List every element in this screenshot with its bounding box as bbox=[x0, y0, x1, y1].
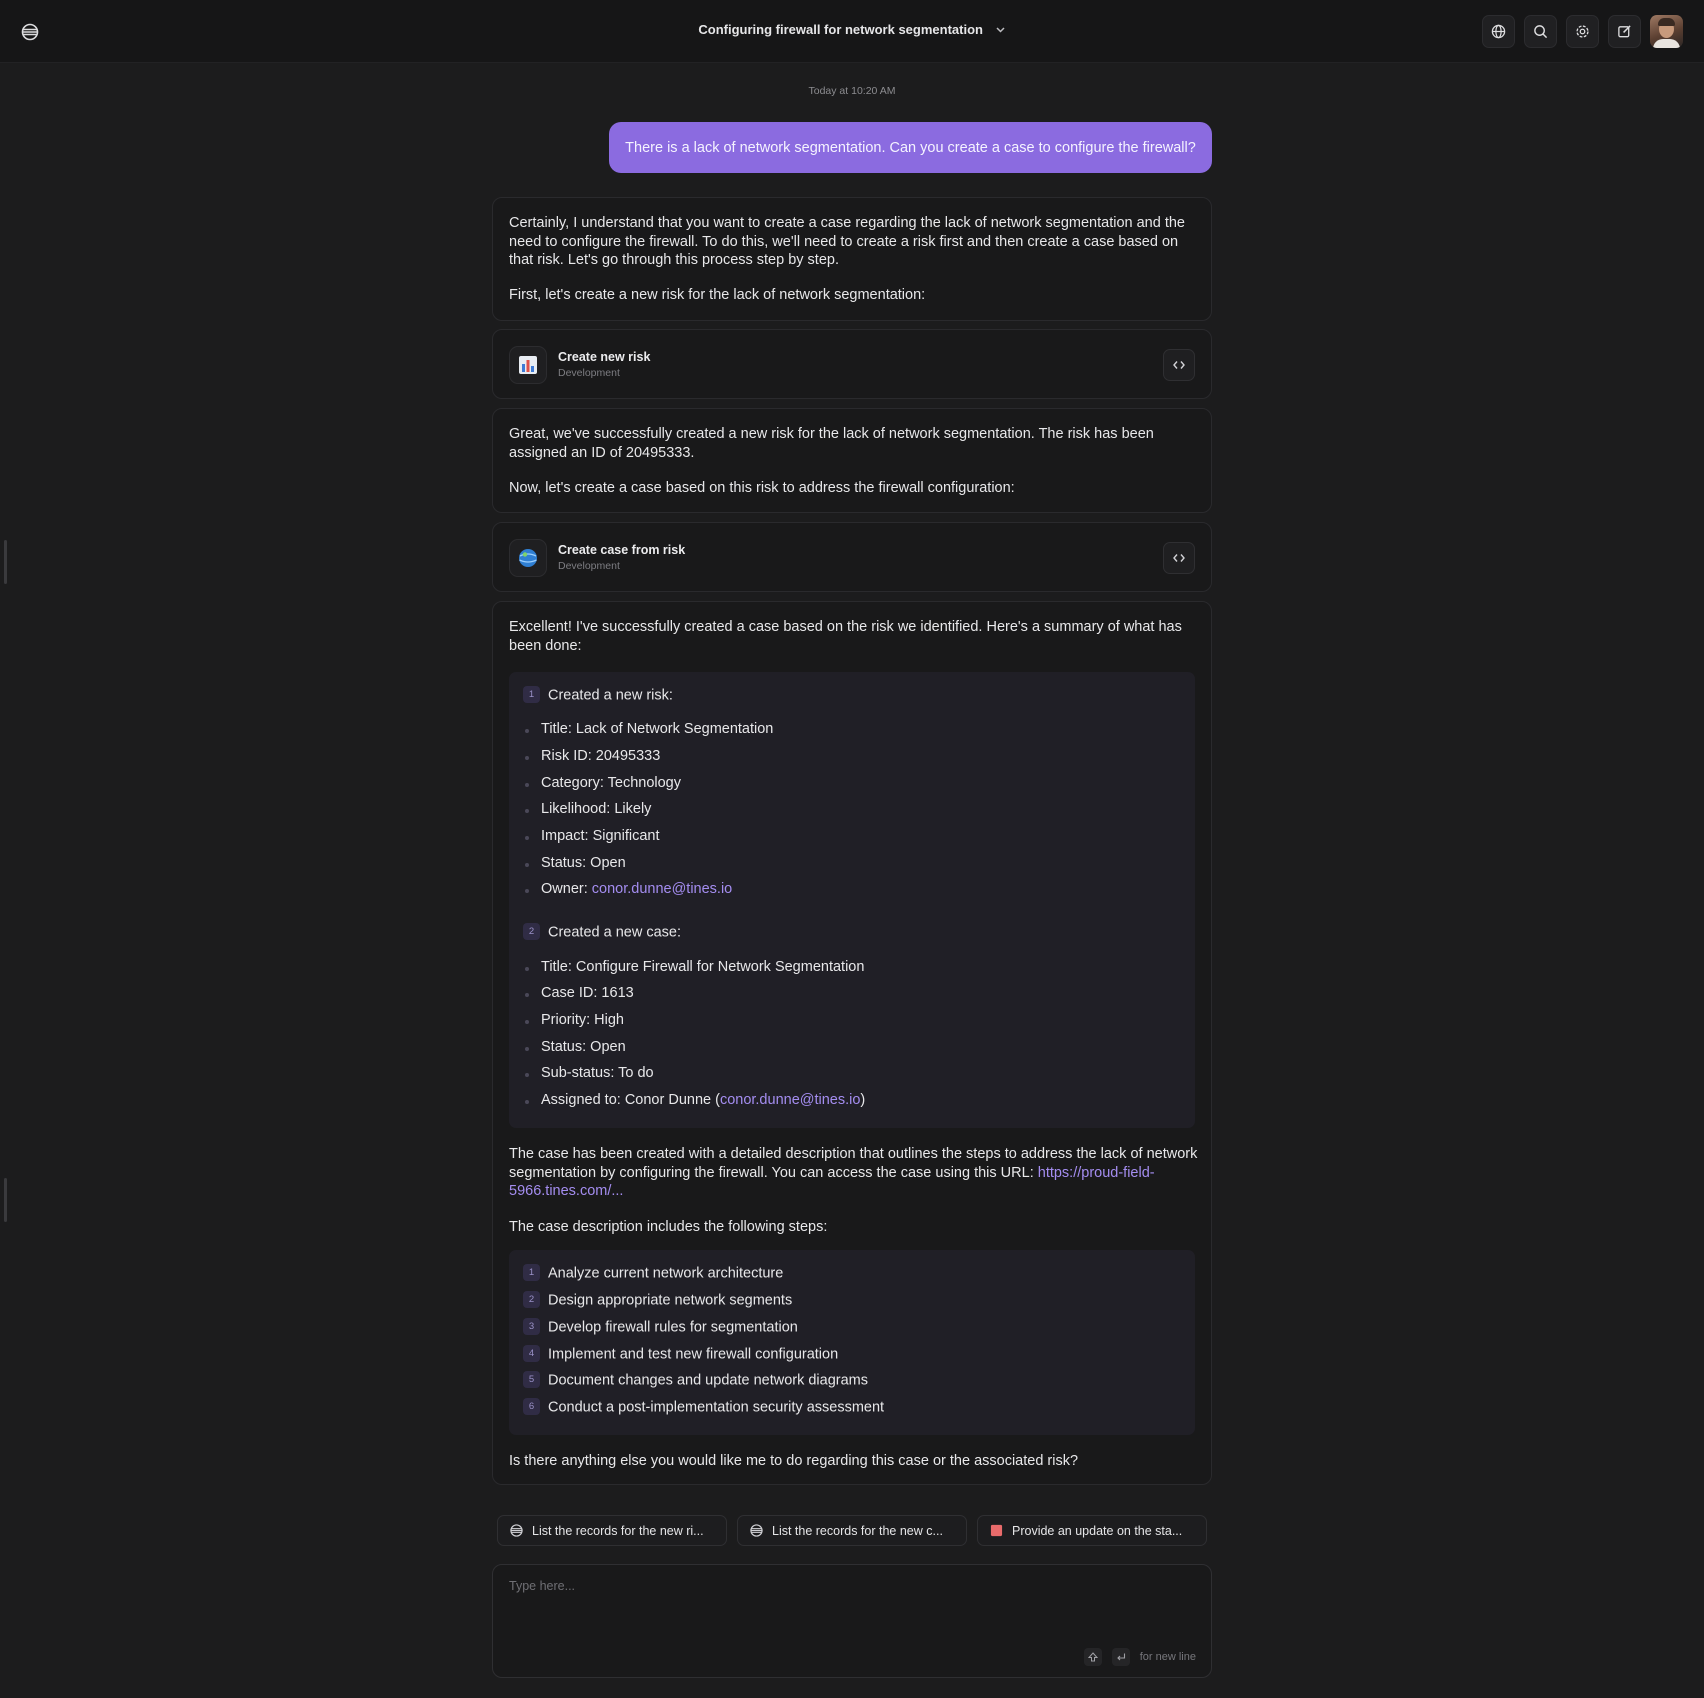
suggestion-chip[interactable]: List the records for the new ri... bbox=[497, 1515, 727, 1546]
step-item: 4 Implement and test new firewall configu… bbox=[523, 1345, 839, 1363]
list-item: Title: Configure Firewall for Network Se… bbox=[524, 959, 865, 975]
assigned-label: Assigned to: Conor Dunne ( bbox=[541, 1092, 720, 1108]
search-icon[interactable] bbox=[1524, 15, 1557, 48]
list-item: Risk ID: 20495333 bbox=[524, 748, 661, 764]
enter-key-icon bbox=[1111, 1648, 1130, 1666]
bar-chart-icon bbox=[509, 346, 547, 384]
assigned-email-link[interactable]: conor.dunne@tines.io bbox=[720, 1092, 860, 1108]
tool-name: Create case from risk bbox=[558, 543, 686, 557]
assistant-text: Now, let's create a case based on this r… bbox=[509, 480, 1015, 496]
step-item: 3 Develop firewall rules for segmentation bbox=[523, 1318, 798, 1336]
list-number: 1 bbox=[523, 686, 540, 703]
code-toggle-button[interactable] bbox=[1163, 542, 1195, 574]
step-text: Document changes and update network diag… bbox=[548, 1372, 868, 1389]
message-input[interactable] bbox=[509, 1579, 1189, 1639]
assigned-close: ) bbox=[860, 1092, 866, 1108]
list-item: 2 Created a new case: bbox=[523, 923, 681, 941]
list-number: 5 bbox=[523, 1371, 540, 1388]
owner-email-link[interactable]: conor.dunne@tines.io bbox=[592, 881, 732, 897]
assistant-text: First, let's create a new risk for the l… bbox=[509, 287, 926, 303]
list-item: Case ID: 1613 bbox=[525, 985, 634, 1001]
conversation-title-text[interactable]: Configuring firewall for network segment… bbox=[698, 22, 983, 37]
step-text: Implement and test new firewall configur… bbox=[548, 1346, 839, 1363]
database-icon bbox=[510, 1524, 523, 1537]
edit-icon[interactable] bbox=[1608, 15, 1641, 48]
list-item: Status: Open bbox=[525, 1039, 626, 1055]
assistant-text: Is there anything else you would like me… bbox=[509, 1453, 1079, 1469]
avatar[interactable] bbox=[1650, 15, 1683, 48]
step-item: 5 Document changes and update network dia… bbox=[523, 1371, 868, 1389]
globe-icon[interactable] bbox=[1482, 15, 1515, 48]
assistant-text: Great, we've successfully created a new … bbox=[509, 426, 1154, 461]
assistant-text: The case description includes the follow… bbox=[509, 1219, 828, 1235]
list-item: Assigned to: Conor Dunne (conor.dunne@ti… bbox=[524, 1092, 866, 1108]
assistant-text: The case has been created with a detaile… bbox=[509, 1145, 1199, 1201]
steps-list: 1 Analyze current network architecture 2D… bbox=[509, 1250, 1195, 1435]
hint-text: for new line bbox=[1139, 1651, 1196, 1663]
red-square-icon bbox=[990, 1524, 1003, 1537]
list-number: 1 bbox=[523, 1264, 540, 1281]
list-item: Status: Open bbox=[525, 855, 626, 871]
step-text: Conduct a post-implementation security a… bbox=[548, 1399, 885, 1416]
list-item: Likelihood: Likely bbox=[524, 801, 652, 817]
step-item: 6 Conduct a post-implementation security … bbox=[523, 1398, 885, 1416]
assistant-text: Excellent! I've successfully created a c… bbox=[509, 619, 1182, 654]
assistant-message: Excellent! I've successfully created a c… bbox=[492, 601, 1212, 1485]
assistant-message: Great, we've successfully created a new … bbox=[492, 408, 1212, 513]
user-message: There is a lack of network segmentation.… bbox=[609, 122, 1212, 173]
assistant-text: Certainly, I understand that you want to… bbox=[509, 215, 1185, 268]
list-number: 2 bbox=[523, 1291, 540, 1308]
step-item: 1 Analyze current network architecture bbox=[523, 1264, 784, 1282]
scroll-marker bbox=[4, 540, 7, 584]
globe-ball-icon bbox=[509, 539, 547, 577]
step-text: Develop firewall rules for segmentation bbox=[548, 1319, 798, 1336]
list-number: 3 bbox=[523, 1318, 540, 1335]
database-icon bbox=[750, 1524, 763, 1537]
suggestion-chip[interactable]: Provide an update on the sta... bbox=[977, 1515, 1207, 1546]
list-item: Owner: conor.dunne@tines.io bbox=[524, 881, 732, 897]
summary-list: 1 Created a new risk: Title: Lack of Netw… bbox=[509, 672, 1195, 1128]
message-composer: for new line bbox=[492, 1564, 1212, 1678]
list-number: 4 bbox=[523, 1345, 540, 1362]
step-item: 2 Design appropriate network segments bbox=[523, 1291, 793, 1309]
composer-hint: for new line bbox=[1083, 1648, 1196, 1666]
list-item: 1 Created a new risk: bbox=[523, 686, 673, 704]
list-item: Priority: High bbox=[525, 1012, 624, 1028]
tool-subtitle: Development bbox=[558, 560, 620, 572]
suggestion-label: Provide an update on the sta... bbox=[1012, 1523, 1183, 1538]
gear-icon[interactable] bbox=[1566, 15, 1599, 48]
chevron-down-icon[interactable] bbox=[995, 23, 1006, 38]
list-heading: Created a new risk: bbox=[548, 687, 673, 704]
top-bar: Configuring firewall for network segment… bbox=[0, 0, 1704, 63]
code-toggle-button[interactable] bbox=[1163, 349, 1195, 381]
list-number: 6 bbox=[523, 1398, 540, 1415]
owner-label: Owner: bbox=[541, 881, 592, 897]
list-item: Sub-status: To do bbox=[525, 1065, 654, 1081]
list-item: Category: Technology bbox=[525, 775, 681, 791]
message-timestamp: Today at 10:20 AM bbox=[808, 85, 896, 97]
tool-subtitle: Development bbox=[558, 367, 620, 379]
suggestion-label: List the records for the new c... bbox=[772, 1523, 943, 1538]
list-item: Title: Lack of Network Segmentation bbox=[524, 721, 774, 737]
list-item: Impact: Significant bbox=[524, 828, 660, 844]
conversation-title: Configuring firewall for network segment… bbox=[0, 22, 1704, 38]
tool-name: Create new risk bbox=[558, 350, 651, 364]
suggestion-chip[interactable]: List the records for the new c... bbox=[737, 1515, 967, 1546]
assistant-message: Certainly, I understand that you want to… bbox=[492, 197, 1212, 321]
tool-call-card: Create new risk Development bbox=[492, 329, 1212, 399]
code-icon bbox=[1173, 357, 1185, 374]
tool-call-card: Create case from risk Development bbox=[492, 522, 1212, 592]
suggestion-label: List the records for the new ri... bbox=[532, 1523, 704, 1538]
step-text: Analyze current network architecture bbox=[548, 1265, 784, 1282]
step-text: Design appropriate network segments bbox=[548, 1292, 793, 1309]
shift-key-icon bbox=[1083, 1648, 1102, 1666]
list-heading: Created a new case: bbox=[548, 924, 681, 941]
scroll-marker bbox=[4, 1178, 7, 1222]
code-icon bbox=[1173, 550, 1185, 567]
list-number: 2 bbox=[523, 923, 540, 940]
